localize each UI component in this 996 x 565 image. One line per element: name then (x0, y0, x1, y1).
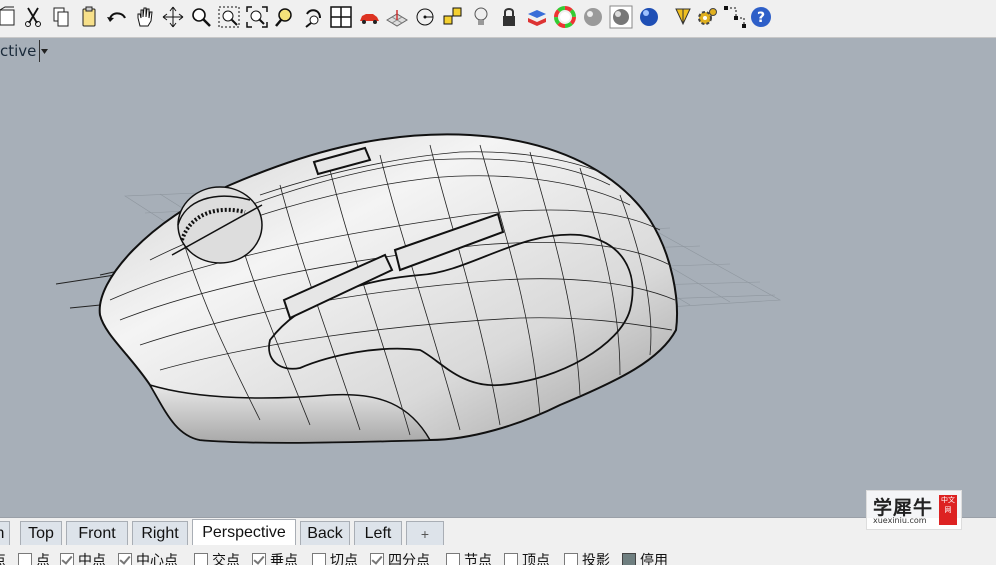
svg-text:?: ? (757, 10, 765, 26)
zoom-extents-icon[interactable] (244, 3, 270, 31)
cut-icon[interactable] (20, 3, 46, 31)
osnap-item[interactable]: 切点 (312, 550, 358, 565)
osnap-item[interactable]: 中点 (60, 550, 106, 565)
chevron-down-icon[interactable] (39, 40, 49, 62)
circle-tool-icon[interactable] (412, 3, 438, 31)
grid-plane-icon[interactable] (384, 3, 410, 31)
osnap-disable-checkbox[interactable] (622, 553, 636, 565)
tab-right[interactable]: Right (132, 521, 188, 545)
osnap-item[interactable]: 节点 (446, 550, 492, 565)
shaded-sphere-icon[interactable] (580, 3, 606, 31)
grid-snap-icon[interactable] (722, 3, 748, 31)
osnap-checkbox[interactable] (194, 553, 208, 565)
osnap-item[interactable]: 中心点 (118, 550, 178, 565)
osnap-item[interactable]: 交点 (194, 550, 240, 565)
osnap-disable[interactable]: 停用 (622, 550, 668, 565)
pan-hand-icon[interactable] (132, 3, 158, 31)
rendered-sphere-icon[interactable] (608, 3, 634, 31)
zoom-icon[interactable] (188, 3, 214, 31)
layer-material-icon[interactable] (524, 3, 550, 31)
osnap-checkbox[interactable] (252, 553, 266, 565)
watermark-logo: 学犀牛 xuexiniu.com 中文网 (866, 490, 962, 530)
help-icon[interactable]: ? (748, 3, 774, 31)
zoom-selected-icon[interactable] (272, 3, 298, 31)
car-icon[interactable] (356, 3, 382, 31)
perspective-viewport[interactable] (0, 64, 996, 516)
watermark-badge: 中文网 (939, 495, 957, 525)
osnap-checkbox[interactable] (312, 553, 326, 565)
osnap-checkbox[interactable] (60, 553, 74, 565)
viewport-tabbar: n Top Front Right Perspective Back Left … (0, 517, 996, 546)
watermark-subtitle: xuexiniu.com (873, 516, 927, 525)
tab-perspective[interactable]: Perspective (192, 519, 296, 545)
osnap-checkbox[interactable] (446, 553, 460, 565)
osnap-checkbox[interactable] (18, 553, 32, 565)
tab-0[interactable]: n (0, 521, 10, 545)
viewport-title[interactable]: ctive (0, 39, 49, 63)
tab-back[interactable]: Back (300, 521, 350, 545)
blue-sphere-icon[interactable] (636, 3, 662, 31)
osnap-item[interactable]: 投影 (564, 550, 610, 565)
osnap-item[interactable]: 顶点 (504, 550, 550, 565)
osnap-checkbox[interactable] (504, 553, 518, 565)
copy-icon[interactable] (48, 3, 74, 31)
undo-icon[interactable] (104, 3, 130, 31)
settings-gear-icon[interactable] (694, 3, 720, 31)
osnap-item[interactable]: 点 (18, 550, 50, 565)
zoom-window-icon[interactable] (216, 3, 242, 31)
osnap-checkbox[interactable] (370, 553, 384, 565)
select-pointer-icon[interactable] (670, 3, 696, 31)
rotate-view-icon[interactable] (160, 3, 186, 31)
osnap-checkbox[interactable] (564, 553, 578, 565)
point-snap-icon[interactable] (440, 3, 466, 31)
lock-icon[interactable] (496, 3, 522, 31)
main-toolbar: ? (0, 0, 996, 38)
osnap-checkbox[interactable] (118, 553, 132, 565)
osnap-item[interactable]: 垂点 (252, 550, 298, 565)
tab-left[interactable]: Left (354, 521, 402, 545)
tab-front[interactable]: Front (66, 521, 128, 545)
osnap-bar: 点 点 中点 中心点 交点 垂点 切点 四分点 节点 顶点 投影 停用 (0, 546, 996, 565)
tab-top[interactable]: Top (20, 521, 62, 545)
osnap-item[interactable]: 四分点 (370, 550, 430, 565)
viewport-title-label: ctive (0, 42, 37, 60)
osnap-item[interactable]: 点 (0, 550, 6, 565)
undo-view-icon[interactable] (300, 3, 326, 31)
add-tab-button[interactable]: + (406, 521, 444, 545)
light-bulb-icon[interactable] (468, 3, 494, 31)
open-file-icon[interactable] (0, 3, 20, 31)
mouse-model (98, 133, 678, 444)
four-viewports-icon[interactable] (328, 3, 354, 31)
color-wheel-icon[interactable] (552, 3, 578, 31)
paste-icon[interactable] (76, 3, 102, 31)
